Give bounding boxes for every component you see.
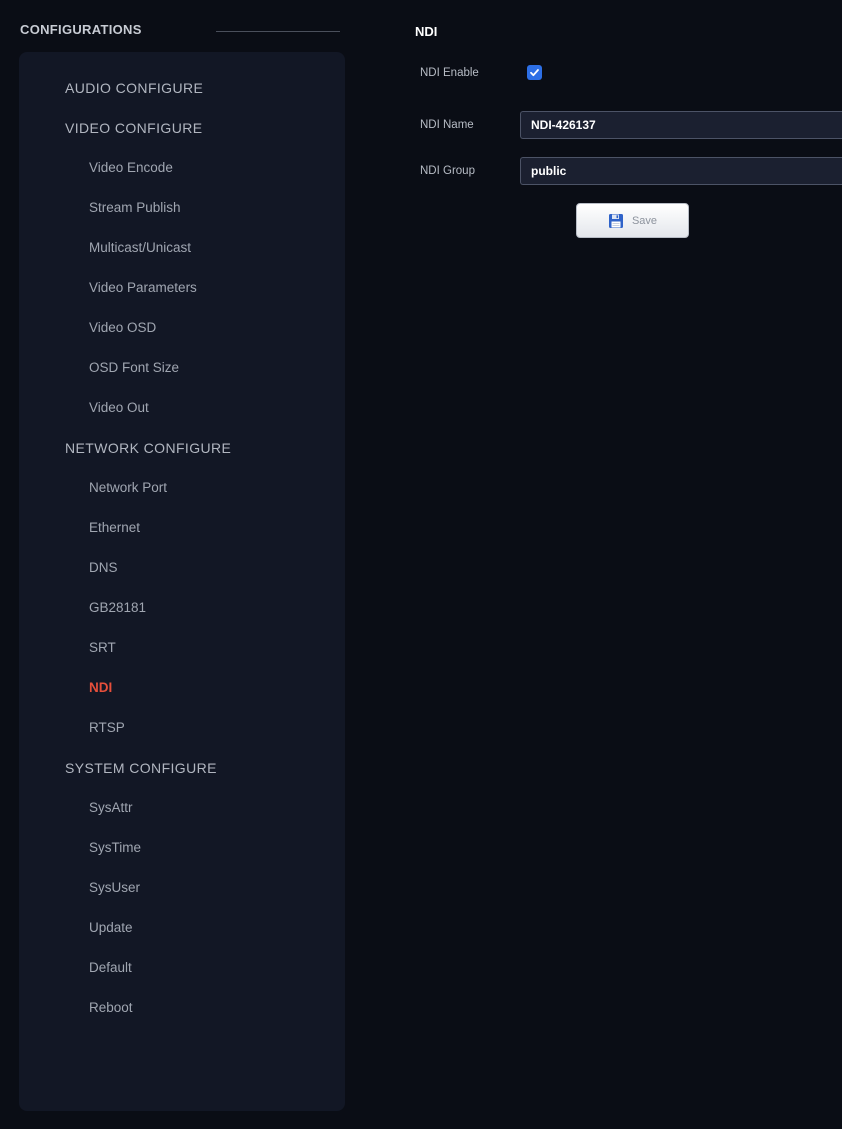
ndi-name-input[interactable]	[520, 111, 842, 139]
sidebar-item-sysuser[interactable]: SysUser	[19, 872, 345, 912]
sidebar-group-video-configure[interactable]: VIDEO CONFIGURE	[19, 112, 345, 152]
sidebar-item-stream-publish[interactable]: Stream Publish	[19, 192, 345, 232]
sidebar-item-gb28181[interactable]: GB28181	[19, 592, 345, 632]
floppy-disk-icon	[608, 213, 623, 228]
sidebar-item-sysattr[interactable]: SysAttr	[19, 792, 345, 832]
sidebar-item-ndi[interactable]: NDI	[19, 672, 345, 712]
sidebar-item-ethernet[interactable]: Ethernet	[19, 512, 345, 552]
sidebar-item-video-parameters[interactable]: Video Parameters	[19, 272, 345, 312]
save-button-label: Save	[631, 214, 658, 227]
sidebar-item-video-encode[interactable]: Video Encode	[19, 152, 345, 192]
configurations-heading: CONFIGURATIONS	[20, 22, 142, 37]
sidebar-item-default[interactable]: Default	[19, 952, 345, 992]
ndi-group-input[interactable]	[520, 157, 842, 185]
sidebar-item-video-out[interactable]: Video Out	[19, 392, 345, 432]
sidebar-item-systime[interactable]: SysTime	[19, 832, 345, 872]
page-title: NDI	[415, 24, 438, 39]
ndi-settings-page: CONFIGURATIONS AUDIO CONFIGURE VIDEO CONF…	[0, 0, 842, 1129]
sidebar-item-srt[interactable]: SRT	[19, 632, 345, 672]
ndi-group-label: NDI Group	[420, 165, 475, 177]
sidebar-group-audio-configure[interactable]: AUDIO CONFIGURE	[19, 72, 345, 112]
save-button[interactable]: Save	[576, 203, 689, 238]
sidebar-item-rtsp[interactable]: RTSP	[19, 712, 345, 752]
sidebar-item-dns[interactable]: DNS	[19, 552, 345, 592]
ndi-enable-label: NDI Enable	[420, 67, 479, 79]
sidebar-item-osd-font-size[interactable]: OSD Font Size	[19, 352, 345, 392]
ndi-enable-checkbox[interactable]	[527, 65, 542, 80]
sidebar-group-network-configure[interactable]: NETWORK CONFIGURE	[19, 432, 345, 472]
sidebar-item-video-osd[interactable]: Video OSD	[19, 312, 345, 352]
sidebar-item-multicast-unicast[interactable]: Multicast/Unicast	[19, 232, 345, 272]
sidebar-item-network-port[interactable]: Network Port	[19, 472, 345, 512]
checkmark-icon	[530, 69, 539, 77]
heading-divider	[216, 31, 340, 32]
sidebar-group-system-configure[interactable]: SYSTEM CONFIGURE	[19, 752, 345, 792]
sidebar-item-update[interactable]: Update	[19, 912, 345, 952]
sidebar-menu: AUDIO CONFIGURE VIDEO CONFIGURE Video Enco…	[19, 52, 345, 1111]
ndi-name-label: NDI Name	[420, 119, 474, 131]
sidebar-item-reboot[interactable]: Reboot	[19, 992, 345, 1032]
